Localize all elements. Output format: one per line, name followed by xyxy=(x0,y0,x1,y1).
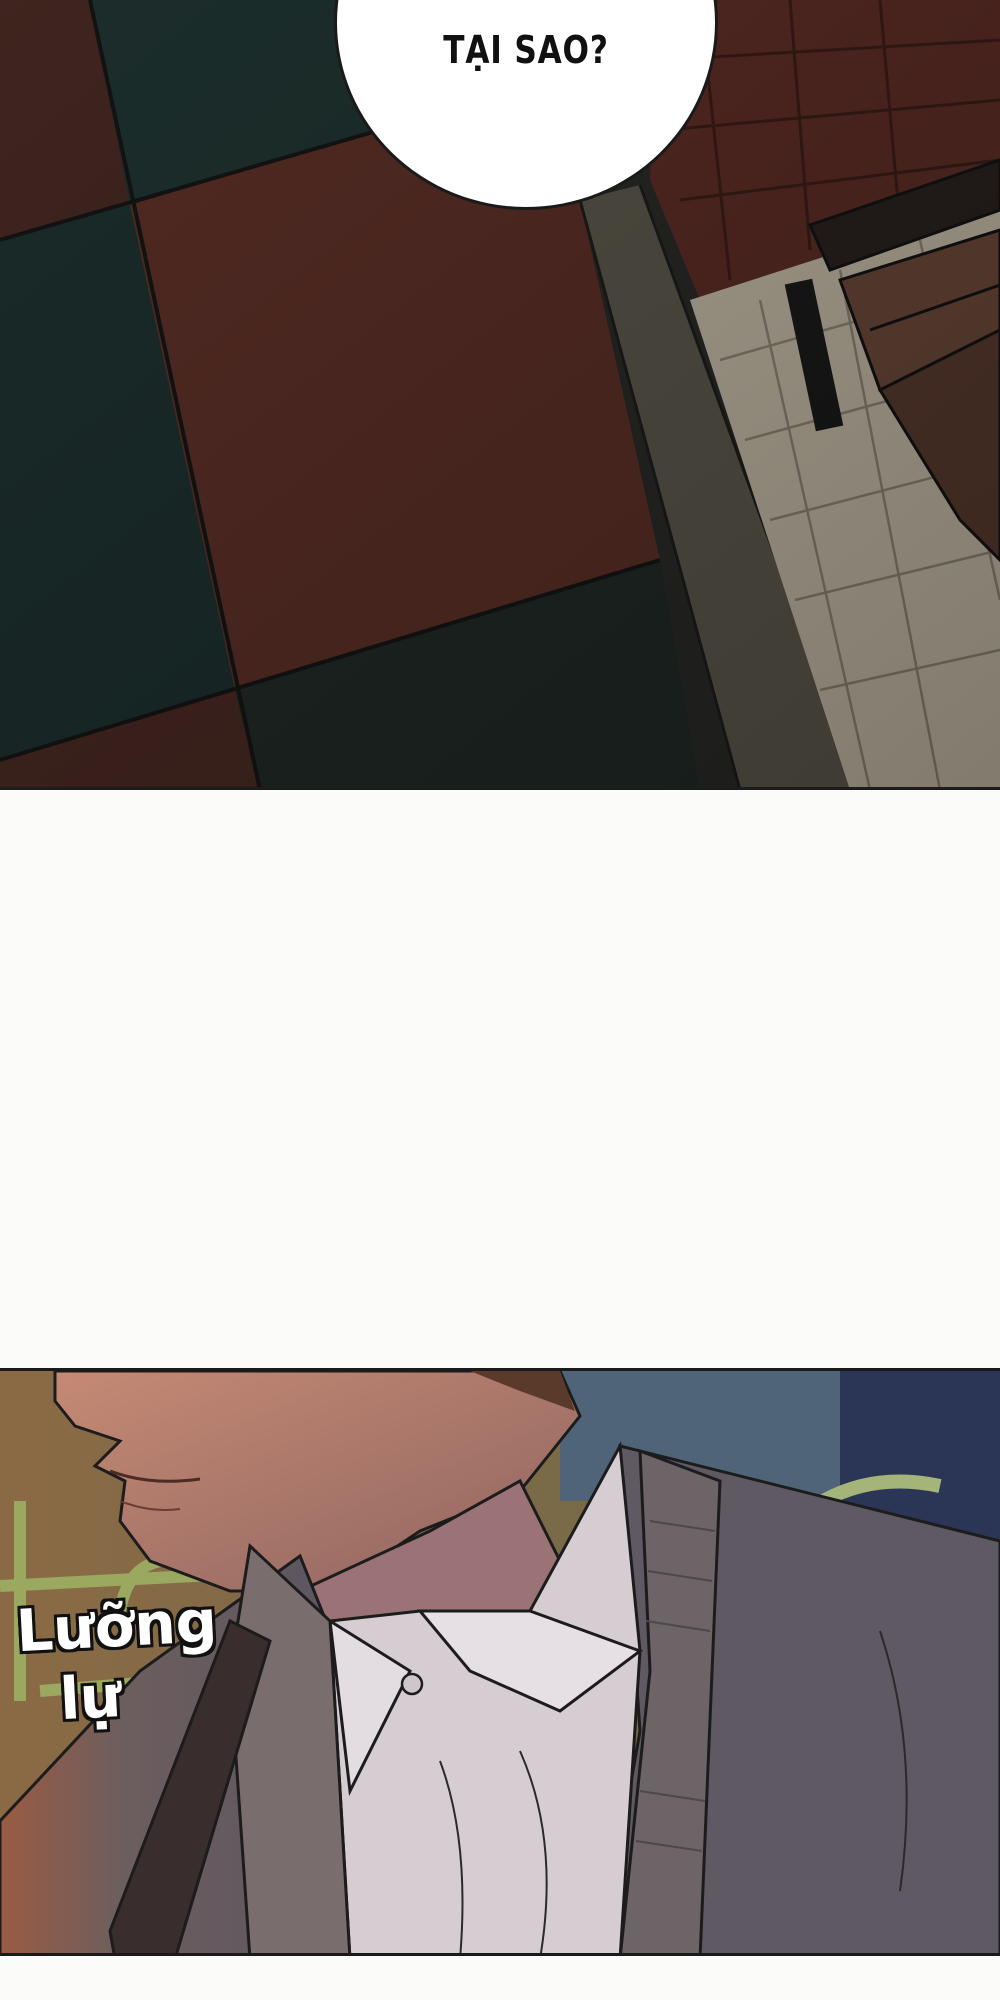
comic-page: TẠI SAO? Lưỡng lự xyxy=(0,0,1000,2000)
sound-effect-line-1: Lưỡng xyxy=(14,1586,219,1666)
bottom-margin xyxy=(0,1956,1000,2000)
sound-effect-text: Lưỡng lự xyxy=(15,1584,262,1736)
sound-effect-line-2: lự xyxy=(58,1661,123,1734)
panel-gutter xyxy=(0,790,1000,1370)
speech-bubble-text: TẠI SAO? xyxy=(443,28,609,72)
